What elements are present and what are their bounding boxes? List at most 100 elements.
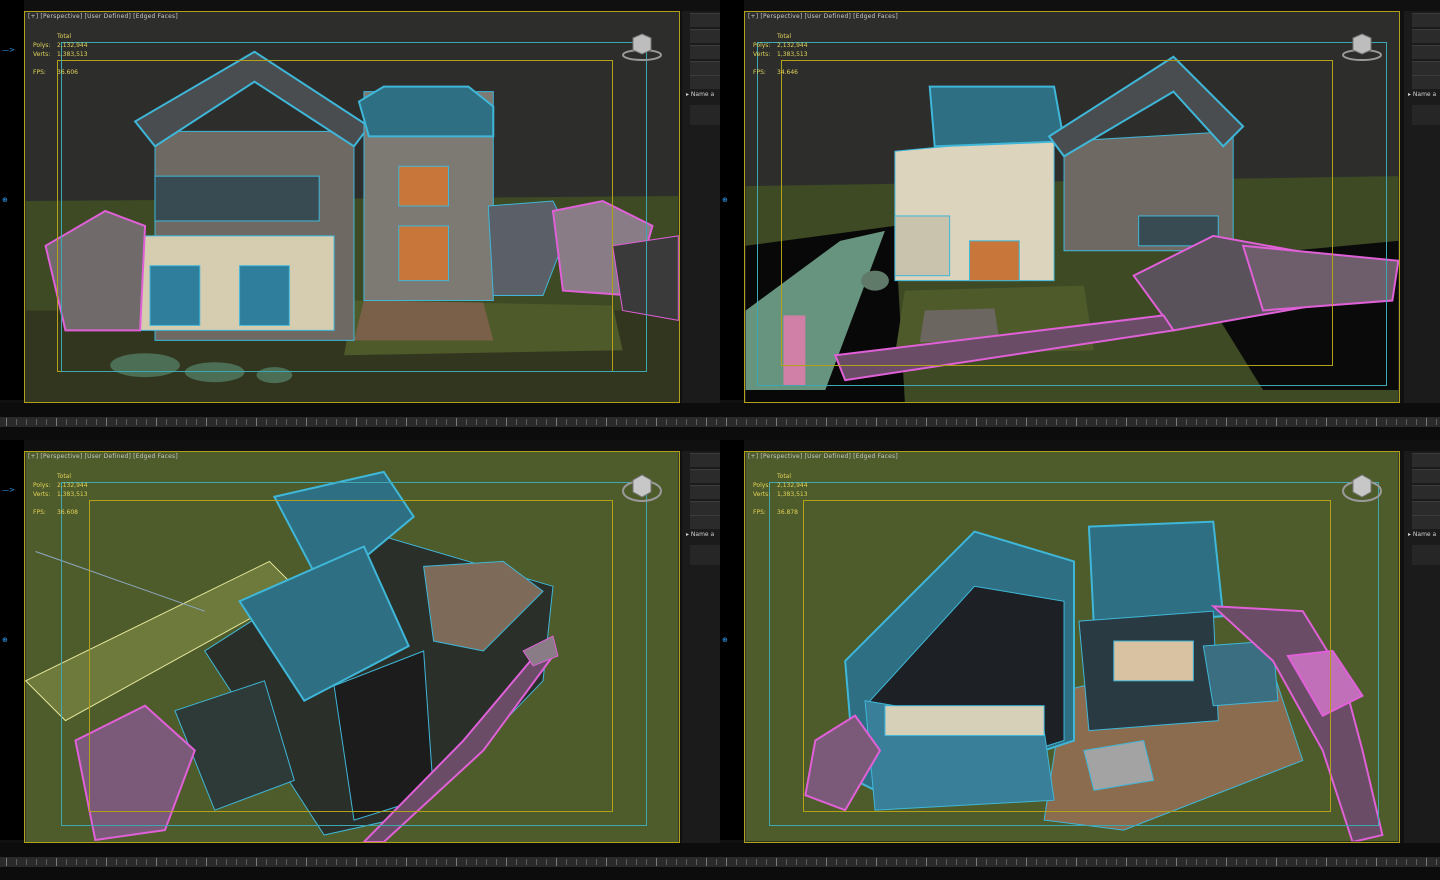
timeline-tick <box>86 419 87 425</box>
panel-button[interactable] <box>690 453 720 467</box>
panel-button[interactable] <box>690 501 720 515</box>
timeline-tick <box>476 859 477 865</box>
timeline-tick <box>186 859 187 865</box>
timeline-tick <box>1396 859 1397 865</box>
timeline-tick <box>306 858 307 866</box>
timeline-tick <box>1066 859 1067 865</box>
panel-button[interactable] <box>690 29 720 43</box>
timeline-tick <box>1086 859 1087 865</box>
name-field[interactable] <box>690 105 720 125</box>
timeline-track[interactable] <box>0 403 720 440</box>
viewport-perspective[interactable]: [+] [Perspective] [User Defined] [Edged … <box>744 451 1400 843</box>
timeline-tick <box>1016 859 1017 865</box>
command-panel-strip: ▸ Name a <box>682 11 720 403</box>
polys-value: 2,132,944 <box>777 42 808 49</box>
timeline-tick <box>166 419 167 425</box>
timeline-tick <box>906 859 907 865</box>
panel-button[interactable] <box>690 45 720 59</box>
name-rollout[interactable]: ▸ Name a <box>686 91 714 98</box>
timeline-tick <box>366 419 367 425</box>
viewport-label[interactable]: [+] [Perspective] [User Defined] [Edged … <box>28 13 178 20</box>
timeline-bar[interactable] <box>720 857 1440 867</box>
timeline-tick <box>1046 419 1047 425</box>
timeline-tick <box>336 419 337 425</box>
name-rollout-label: Name a <box>1412 531 1437 538</box>
timeline-tick <box>986 859 987 865</box>
timeline-tick <box>1166 419 1167 425</box>
timeline-tick <box>1436 419 1437 425</box>
timeline-tick <box>946 419 947 425</box>
timeline-tick <box>396 419 397 425</box>
timeline-tick <box>536 859 537 865</box>
timeline-tick <box>636 419 637 425</box>
timeline-tick <box>946 859 947 865</box>
timeline-tick <box>1296 419 1297 425</box>
panel-button[interactable] <box>1412 453 1440 467</box>
timeline-bar[interactable] <box>720 417 1440 427</box>
timeline-tick <box>606 418 607 426</box>
viewport-perspective[interactable]: [+] [Perspective] [User Defined] [Edged … <box>744 11 1400 403</box>
timeline-tick <box>596 859 597 865</box>
panel-button[interactable] <box>690 13 720 27</box>
panel-button[interactable] <box>690 469 720 483</box>
timeline-tick <box>936 859 937 865</box>
panel-button[interactable] <box>1412 29 1440 43</box>
timeline-tick <box>146 419 147 425</box>
panel-button[interactable] <box>690 75 720 89</box>
panel-button[interactable] <box>1412 61 1440 75</box>
panel-button[interactable] <box>1412 13 1440 27</box>
timeline-tick <box>1276 418 1277 426</box>
timeline-tick <box>1326 858 1327 866</box>
timeline-tick <box>556 418 557 426</box>
polys-label: Polys: <box>753 482 771 489</box>
panel-button[interactable] <box>690 515 720 529</box>
panel-button[interactable] <box>1412 469 1440 483</box>
viewcube-icon[interactable] <box>621 470 663 502</box>
name-field[interactable] <box>1412 545 1440 565</box>
timeline-tick <box>156 418 157 426</box>
name-field[interactable] <box>1412 105 1440 125</box>
timeline-tick <box>866 419 867 425</box>
name-rollout[interactable]: ▸ Name a <box>1408 531 1436 538</box>
name-field[interactable] <box>690 545 720 565</box>
timeline-bar[interactable] <box>0 417 720 427</box>
timeline-track[interactable] <box>720 843 1440 880</box>
timeline-tick <box>426 419 427 425</box>
timeline-tick <box>116 859 117 865</box>
timeline-tick <box>696 859 697 865</box>
timeline-track[interactable] <box>720 403 1440 440</box>
timeline-tick <box>256 418 257 426</box>
timeline-tick <box>1096 859 1097 865</box>
panel-button[interactable] <box>1412 75 1440 89</box>
timeline-tick <box>1066 419 1067 425</box>
command-panel-strip: ▸ Name a <box>682 451 720 843</box>
viewcube-icon[interactable] <box>1341 30 1383 62</box>
left-edge-strip: —> ⊕ <box>0 0 24 400</box>
name-rollout[interactable]: ▸ Name a <box>1408 91 1436 98</box>
viewport-perspective[interactable]: [+] [Perspective] [User Defined] [Edged … <box>24 451 680 843</box>
panel-button[interactable] <box>690 61 720 75</box>
panel-button[interactable] <box>1412 45 1440 59</box>
timeline-tick <box>1266 419 1267 425</box>
panel-button[interactable] <box>690 485 720 499</box>
viewport-label[interactable]: [+] [Perspective] [User Defined] [Edged … <box>748 13 898 20</box>
timeline-track[interactable] <box>0 843 720 880</box>
panel-button[interactable] <box>1412 485 1440 499</box>
timeline-bar[interactable] <box>0 857 720 867</box>
viewport-perspective[interactable]: [+] [Perspective] [User Defined] [Edged … <box>24 11 680 403</box>
viewport-label[interactable]: [+] [Perspective] [User Defined] [Edged … <box>28 453 178 460</box>
timeline-tick <box>236 859 237 865</box>
name-rollout[interactable]: ▸ Name a <box>686 531 714 538</box>
viewcube-icon[interactable] <box>1341 470 1383 502</box>
timeline-tick <box>846 419 847 425</box>
timeline-tick <box>206 858 207 866</box>
viewport-label[interactable]: [+] [Perspective] [User Defined] [Edged … <box>748 453 898 460</box>
panel-button[interactable] <box>1412 515 1440 529</box>
timeline-tick <box>986 419 987 425</box>
panel-button[interactable] <box>1412 501 1440 515</box>
viewcube-icon[interactable] <box>621 30 663 62</box>
timeline-tick <box>1246 859 1247 865</box>
safe-frame-inner <box>757 42 1387 386</box>
timeline-tick <box>366 859 367 865</box>
timeline-tick <box>76 859 77 865</box>
